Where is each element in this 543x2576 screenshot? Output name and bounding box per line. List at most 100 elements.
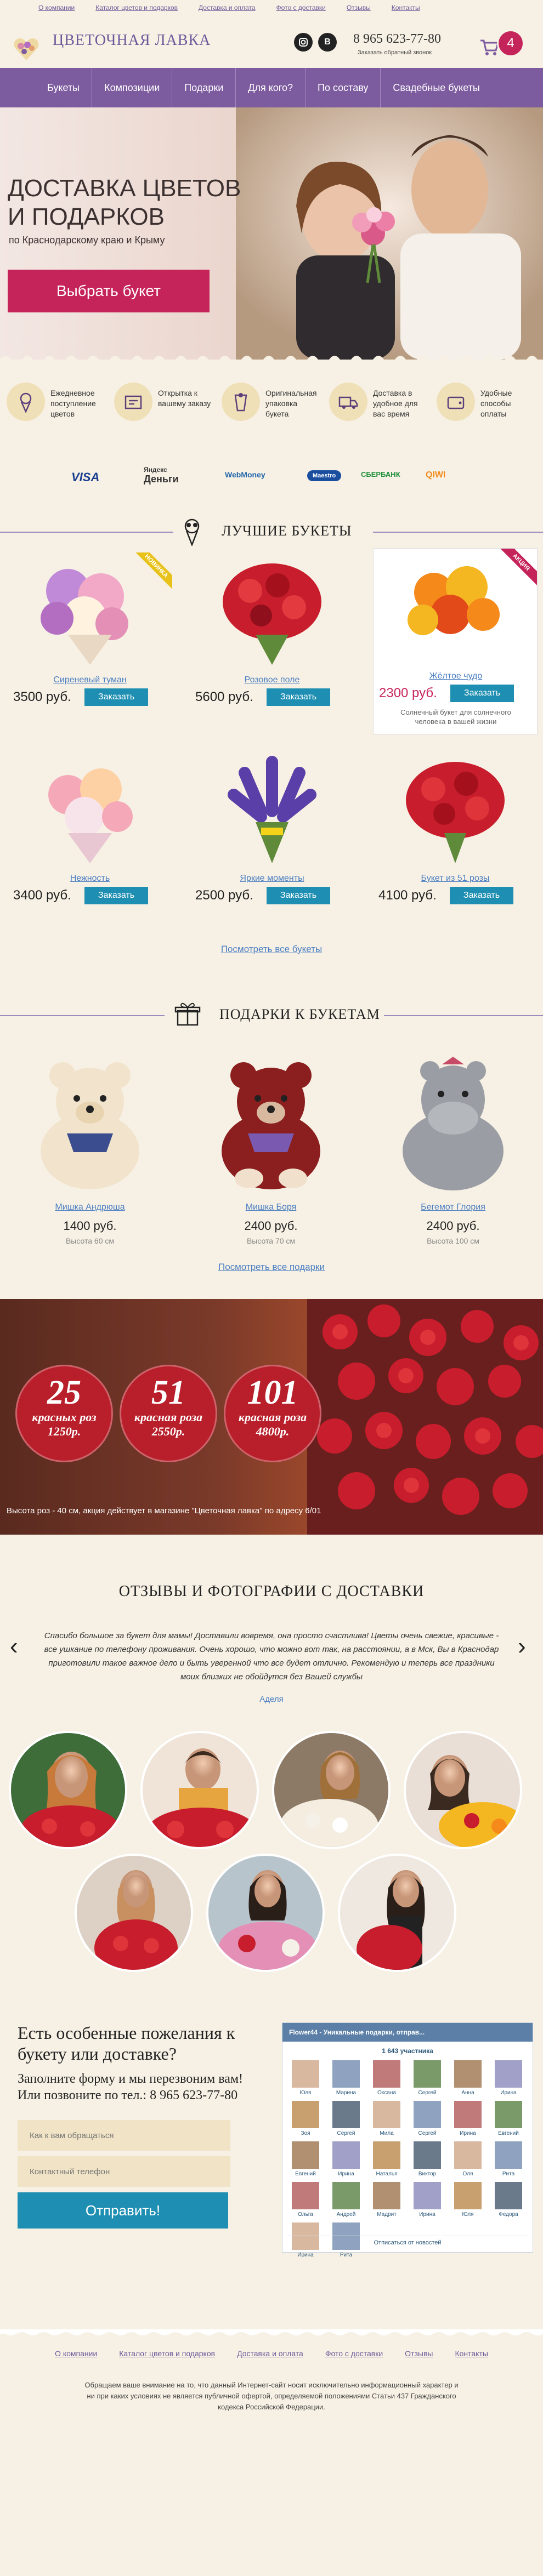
callback-link[interactable]: Заказать обратный звонок xyxy=(358,49,432,56)
vk-member-name[interactable]: Ирина xyxy=(450,2130,485,2136)
promo-offer-25[interactable]: 25 красных роз 1250р. xyxy=(15,1365,113,1462)
vk-member-avatar[interactable] xyxy=(495,2101,522,2128)
product-name[interactable]: Розовое поле xyxy=(190,675,354,685)
nav-compositions[interactable]: Композиции xyxy=(92,68,173,107)
vk-member[interactable]: Юля xyxy=(288,2060,323,2099)
delivery-photo[interactable] xyxy=(404,1731,522,1849)
nav-by-content[interactable]: По составу xyxy=(306,68,381,107)
vk-member-avatar[interactable] xyxy=(414,2141,441,2169)
vk-widget[interactable]: Flower44 - Уникальные подарки, отправ...… xyxy=(282,2022,533,2258)
vk-member-name[interactable]: Ольга xyxy=(288,2212,323,2218)
vk-member-name[interactable]: Федора xyxy=(491,2212,526,2218)
product-name[interactable]: Сиреневый туман xyxy=(8,675,172,685)
nav-bouquets[interactable]: Букеты xyxy=(0,68,93,107)
delivery-photo[interactable] xyxy=(9,1731,127,1849)
choose-bouquet-button[interactable]: Выбрать букет xyxy=(8,270,210,312)
product-name[interactable]: Нежность xyxy=(8,874,172,884)
instagram-icon[interactable] xyxy=(294,33,313,52)
logo-text[interactable]: ЦВЕТОЧНАЯ ЛАВКА xyxy=(53,32,211,49)
vk-member-name[interactable]: Марина xyxy=(329,2090,364,2096)
vk-member[interactable]: Ольга xyxy=(288,2182,323,2220)
vk-member-avatar[interactable] xyxy=(414,2060,441,2088)
promo-banner[interactable]: 25 красных роз 1250р. 51 красная роза 25… xyxy=(0,1299,543,1535)
vk-member-name[interactable]: Сергей xyxy=(410,2090,445,2096)
vk-member-name[interactable]: Виктор xyxy=(410,2171,445,2177)
order-button[interactable]: Заказать xyxy=(450,887,513,904)
order-button[interactable]: Заказать xyxy=(267,887,330,904)
footer-nav-photos[interactable]: Фото с доставки xyxy=(325,2349,383,2358)
vk-member-name[interactable]: Наталья xyxy=(369,2171,404,2177)
vk-member[interactable]: Ирина xyxy=(450,2101,485,2139)
top-nav-reviews[interactable]: Отзывы xyxy=(347,4,371,12)
vk-icon[interactable]: В xyxy=(318,33,337,52)
review-author[interactable]: Аделя xyxy=(0,1695,543,1704)
vk-member-avatar[interactable] xyxy=(373,2141,400,2169)
vk-member-avatar[interactable] xyxy=(332,2141,360,2169)
order-button[interactable]: Заказать xyxy=(450,685,514,702)
vk-member-avatar[interactable] xyxy=(454,2060,482,2088)
vk-member[interactable]: Мадрит xyxy=(369,2182,404,2220)
vk-member[interactable]: Наталья xyxy=(369,2141,404,2180)
product-image[interactable] xyxy=(8,751,172,866)
product-card[interactable]: Яркие моменты 2500 руб. Заказать xyxy=(190,751,354,926)
nav-wedding[interactable]: Свадебные букеты xyxy=(381,68,491,107)
vk-member-avatar[interactable] xyxy=(332,2182,360,2209)
vk-member[interactable]: Ирина xyxy=(410,2182,445,2220)
product-card[interactable]: Розовое поле 5600 руб. Заказать xyxy=(190,552,354,728)
see-all-bouquets-link[interactable]: Посмотреть все букеты xyxy=(0,944,543,955)
vk-member[interactable]: Ирина xyxy=(329,2141,364,2180)
gift-name[interactable]: Мишка Боря xyxy=(194,1202,348,1212)
vk-member[interactable]: Евгений xyxy=(288,2141,323,2180)
product-card[interactable]: Нежность 3400 руб. Заказать xyxy=(8,751,172,926)
see-all-gifts-link[interactable]: Посмотреть все подарки xyxy=(0,1262,543,1273)
vk-member-name[interactable]: Ирина xyxy=(329,2171,364,2177)
vk-member[interactable]: Федора xyxy=(491,2182,526,2220)
name-input[interactable] xyxy=(18,2120,230,2151)
footer-nav-about[interactable]: О компании xyxy=(55,2349,97,2358)
vk-member-name[interactable]: Ирина xyxy=(410,2212,445,2218)
gift-name[interactable]: Мишка Андрюша xyxy=(13,1202,167,1212)
vk-member-name[interactable]: Мадрит xyxy=(369,2212,404,2218)
logo-heart-icon[interactable] xyxy=(13,37,39,61)
footer-nav-delivery[interactable]: Доставка и оплата xyxy=(237,2349,303,2358)
promo-offer-101[interactable]: 101 красная роза 4800р. xyxy=(224,1365,321,1462)
footer-nav-catalog[interactable]: Каталог цветов и подарков xyxy=(119,2349,215,2358)
vk-member-avatar[interactable] xyxy=(454,2141,482,2169)
reviews-next-arrow[interactable]: › xyxy=(518,1634,526,1659)
vk-member[interactable]: Юля xyxy=(450,2182,485,2220)
product-name[interactable]: Яркие моменты xyxy=(190,874,354,884)
vk-member-avatar[interactable] xyxy=(414,2182,441,2209)
delivery-photo[interactable] xyxy=(272,1731,391,1849)
vk-member-avatar[interactable] xyxy=(373,2101,400,2128)
product-card[interactable]: НОВИНКА Сиреневый туман 3500 руб. Заказа… xyxy=(8,552,172,728)
vk-member[interactable]: Рита xyxy=(491,2141,526,2180)
gift-image[interactable] xyxy=(200,1052,342,1195)
vk-member[interactable]: Ирина xyxy=(491,2060,526,2099)
vk-member-name[interactable]: Юля xyxy=(288,2090,323,2096)
gift-name[interactable]: Бегемот Глория xyxy=(376,1202,530,1212)
vk-member-avatar[interactable] xyxy=(454,2101,482,2128)
product-image[interactable] xyxy=(190,552,354,668)
nav-gifts[interactable]: Подарки xyxy=(172,68,236,107)
vk-member-avatar[interactable] xyxy=(495,2141,522,2169)
vk-member-avatar[interactable] xyxy=(495,2182,522,2209)
vk-member-name[interactable]: Сергей xyxy=(329,2130,364,2136)
delivery-photo[interactable] xyxy=(206,1854,325,1972)
vk-member[interactable]: Оксана xyxy=(369,2060,404,2099)
product-name[interactable]: Букет из 51 розы xyxy=(373,874,538,884)
top-nav-delivery[interactable]: Доставка и оплата xyxy=(199,4,256,12)
promo-offer-51[interactable]: 51 красная роза 2550р. xyxy=(120,1365,217,1462)
vk-member-name[interactable]: Евгений xyxy=(288,2171,323,2177)
top-nav-catalog[interactable]: Каталог цветов и подарков xyxy=(95,4,178,12)
vk-member-avatar[interactable] xyxy=(454,2182,482,2209)
vk-member-avatar[interactable] xyxy=(495,2060,522,2088)
phone-input[interactable] xyxy=(18,2156,230,2187)
vk-member-name[interactable]: Рита xyxy=(491,2171,526,2177)
gift-card[interactable]: Мишка Боря 2400 руб. Высота 70 см xyxy=(194,1047,348,1245)
top-nav-about[interactable]: О компании xyxy=(38,4,75,12)
order-button[interactable]: Заказать xyxy=(84,688,148,706)
vk-member-avatar[interactable] xyxy=(373,2060,400,2088)
vk-member-avatar[interactable] xyxy=(332,2060,360,2088)
vk-members-count[interactable]: 1 643 участника xyxy=(282,2047,533,2055)
product-name[interactable]: Жёлтое чудо xyxy=(374,671,538,681)
